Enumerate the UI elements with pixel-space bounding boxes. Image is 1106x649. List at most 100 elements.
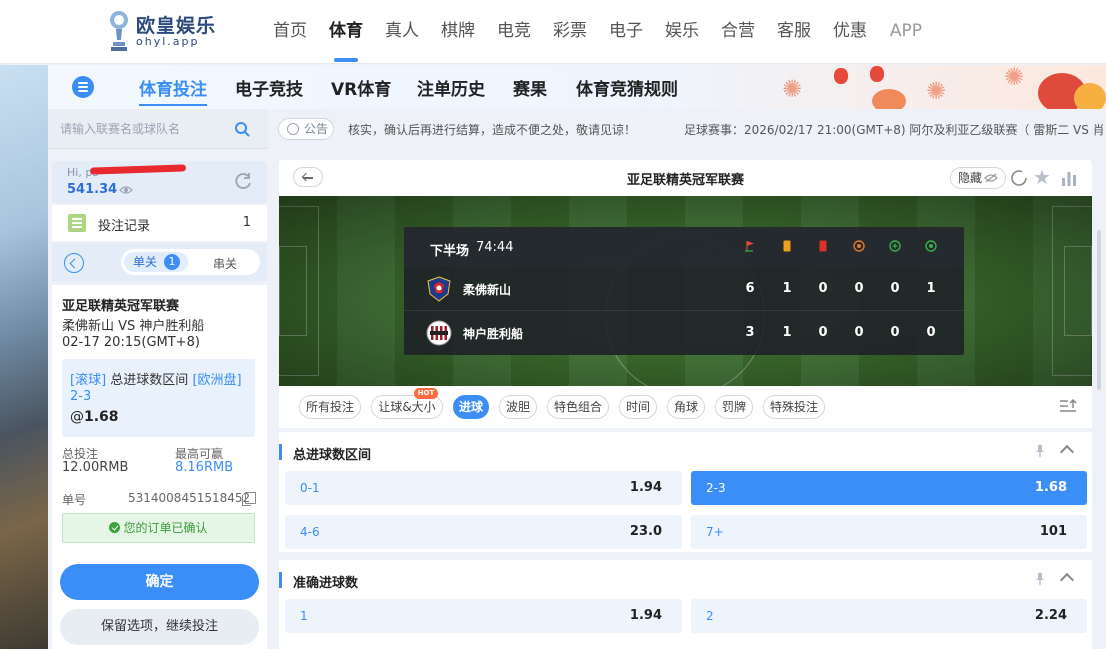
- document-icon: [68, 214, 86, 232]
- tab-single-label: 单关: [133, 255, 158, 269]
- copy-icon[interactable]: [242, 492, 256, 506]
- odds-selection: 0-1: [300, 481, 320, 495]
- slip-odds: @1.68: [70, 409, 119, 425]
- odds-price: 1.94: [629, 480, 662, 495]
- filter-correct-score[interactable]: 波胆: [499, 395, 537, 419]
- nav-app[interactable]: APP: [878, 18, 934, 44]
- balance-value: 541.34: [67, 182, 118, 197]
- odds-cell-selected[interactable]: 2-3 1.68: [691, 471, 1087, 505]
- filter-all-bets[interactable]: 所有投注: [299, 395, 361, 419]
- nav-live-casino[interactable]: 真人: [374, 18, 430, 44]
- search-icon[interactable]: [234, 121, 250, 137]
- live-tag: [滚球]: [70, 373, 107, 388]
- odds-cell[interactable]: 0-1 1.94: [285, 471, 682, 505]
- countdown-timer-icon[interactable]: [1010, 169, 1028, 187]
- nav-slots[interactable]: 电子: [598, 18, 654, 44]
- yellow-card-icon: [783, 240, 791, 252]
- order-confirmed-banner: 您的订单已确认: [62, 513, 255, 543]
- subnav-rules[interactable]: 体育竞猜规则: [576, 75, 678, 100]
- scrollbar[interactable]: [1097, 230, 1101, 390]
- collapse-chevron-icon[interactable]: [1059, 444, 1075, 460]
- horse-mascot-icon: [1074, 83, 1106, 109]
- hide-label: 隐藏: [958, 171, 983, 185]
- half-time-score: 0: [890, 281, 900, 296]
- filter-bookings[interactable]: 罚牌: [715, 395, 753, 419]
- odds-cell[interactable]: 4-6 23.0: [285, 515, 682, 549]
- nav-entertainment[interactable]: 娱乐: [654, 18, 710, 44]
- tab-single-bet[interactable]: 单关 1: [124, 252, 188, 272]
- filter-special-bets[interactable]: 特殊投注: [763, 395, 825, 419]
- bet-record-count: 1: [242, 215, 251, 230]
- confirm-button[interactable]: 确定: [60, 564, 259, 600]
- red-cards-count: 0: [818, 281, 828, 296]
- sort-icon[interactable]: [1059, 398, 1077, 414]
- vissel-crest-icon: [426, 320, 452, 346]
- account-panel: Hi, p5 541.34: [52, 161, 267, 203]
- half-time-score: 0: [890, 325, 900, 340]
- odds-cell[interactable]: 7+ 101: [691, 515, 1087, 549]
- refresh-icon[interactable]: [233, 171, 253, 191]
- nav-promotions[interactable]: 优惠: [822, 18, 878, 44]
- brand-domain: ohyl.app: [136, 35, 200, 48]
- nav-sports[interactable]: 体育: [318, 18, 374, 62]
- order-confirmed-text: 您的订单已确认: [123, 521, 208, 535]
- full-time-icon: [925, 240, 937, 252]
- team-row: 柔佛新山 6 1 0 0 0 1: [404, 267, 964, 311]
- collapse-chevron-icon[interactable]: [1059, 572, 1075, 588]
- tab-parlay[interactable]: 串关: [213, 255, 237, 272]
- announcement-ticker: 足球赛事：2026/02/17 21:00(GMT+8) 阿尔及利亚乙级联赛（ …: [684, 123, 1105, 137]
- speaker-icon: [287, 123, 299, 135]
- subnav-esports[interactable]: 电子竞技: [235, 75, 303, 100]
- check-circle-icon: [109, 522, 121, 533]
- back-icon[interactable]: [64, 253, 84, 273]
- stake-value: 12.00RMB: [62, 460, 129, 475]
- search-input[interactable]: [60, 118, 230, 140]
- subnav-vr-sports[interactable]: VR体育: [331, 75, 391, 100]
- filter-goals[interactable]: 进球: [453, 395, 489, 419]
- nav-lottery[interactable]: 彩票: [542, 18, 598, 44]
- trophy-logo-icon: [110, 11, 128, 51]
- corner-flag-icon: [745, 241, 754, 252]
- hide-button[interactable]: 隐藏: [950, 167, 1006, 189]
- nav-support[interactable]: 客服: [766, 18, 822, 44]
- firework-icon: ✺: [1004, 65, 1025, 91]
- market-name: 总进球数区间: [110, 373, 189, 388]
- filter-handicap-label: 让球&大小: [378, 400, 436, 414]
- section-accent-bar: [279, 572, 282, 588]
- eye-icon[interactable]: [119, 185, 133, 195]
- pin-icon[interactable]: [1033, 444, 1047, 458]
- slip-selection: 2-3: [70, 389, 92, 404]
- filter-corners[interactable]: 角球: [667, 395, 705, 419]
- top-navbar: 欧皇娱乐 ohyl.app 首页 体育 真人 棋牌 电竞 彩票 电子 娱乐 合营…: [0, 0, 1106, 64]
- site-logo[interactable]: 欧皇娱乐 ohyl.app: [108, 8, 215, 54]
- subnav-bet-history[interactable]: 注单历史: [417, 75, 485, 100]
- favorite-star-icon[interactable]: ★: [1033, 167, 1051, 187]
- bet-slip: 亚足联精英冠军联赛 柔佛新山 VS 神户胜利船 02-17 20:15(GMT+…: [52, 285, 267, 649]
- single-count-badge: 1: [164, 254, 180, 270]
- nav-esports[interactable]: 电竞: [486, 18, 542, 44]
- subnav-results[interactable]: 赛果: [513, 75, 547, 100]
- sports-subnav: 体育投注 电子竞技 VR体育 注单历史 赛果 体育竞猜规则 ✺ ✺ ✺: [48, 65, 1106, 109]
- odds-cell[interactable]: 2 2.24: [691, 599, 1087, 633]
- nav-affiliate[interactable]: 合营: [710, 18, 766, 44]
- odds-cell[interactable]: 1 1.94: [285, 599, 682, 633]
- odds-selection: 2-3: [706, 481, 726, 495]
- bet-record-label: 投注记录: [98, 219, 151, 234]
- announcement-button[interactable]: 公告: [278, 118, 334, 140]
- nav-cards[interactable]: 棋牌: [430, 18, 486, 44]
- pin-icon[interactable]: [1033, 572, 1047, 586]
- menu-icon[interactable]: [72, 76, 94, 98]
- yellow-cards-count: 1: [782, 281, 792, 296]
- odds-format-tag: [欧洲盘]: [192, 373, 242, 388]
- nav-home[interactable]: 首页: [262, 18, 318, 44]
- statistics-icon[interactable]: [1060, 169, 1078, 187]
- odds-selection: 2: [706, 609, 714, 623]
- market-title: 准确进球数: [293, 576, 359, 591]
- bet-record-row[interactable]: 投注记录 1: [52, 205, 267, 241]
- filter-handicap-ou[interactable]: 让球&大小 HOT: [371, 388, 443, 419]
- filter-specials-combo[interactable]: 特色组合: [547, 395, 609, 419]
- market-exact-goals: 准确进球数 1 1.94 2 2.24: [279, 560, 1092, 649]
- filter-time[interactable]: 时间: [619, 395, 657, 419]
- keep-selection-button[interactable]: 保留选项，继续投注: [60, 609, 259, 645]
- subnav-sports-betting[interactable]: 体育投注: [139, 75, 207, 106]
